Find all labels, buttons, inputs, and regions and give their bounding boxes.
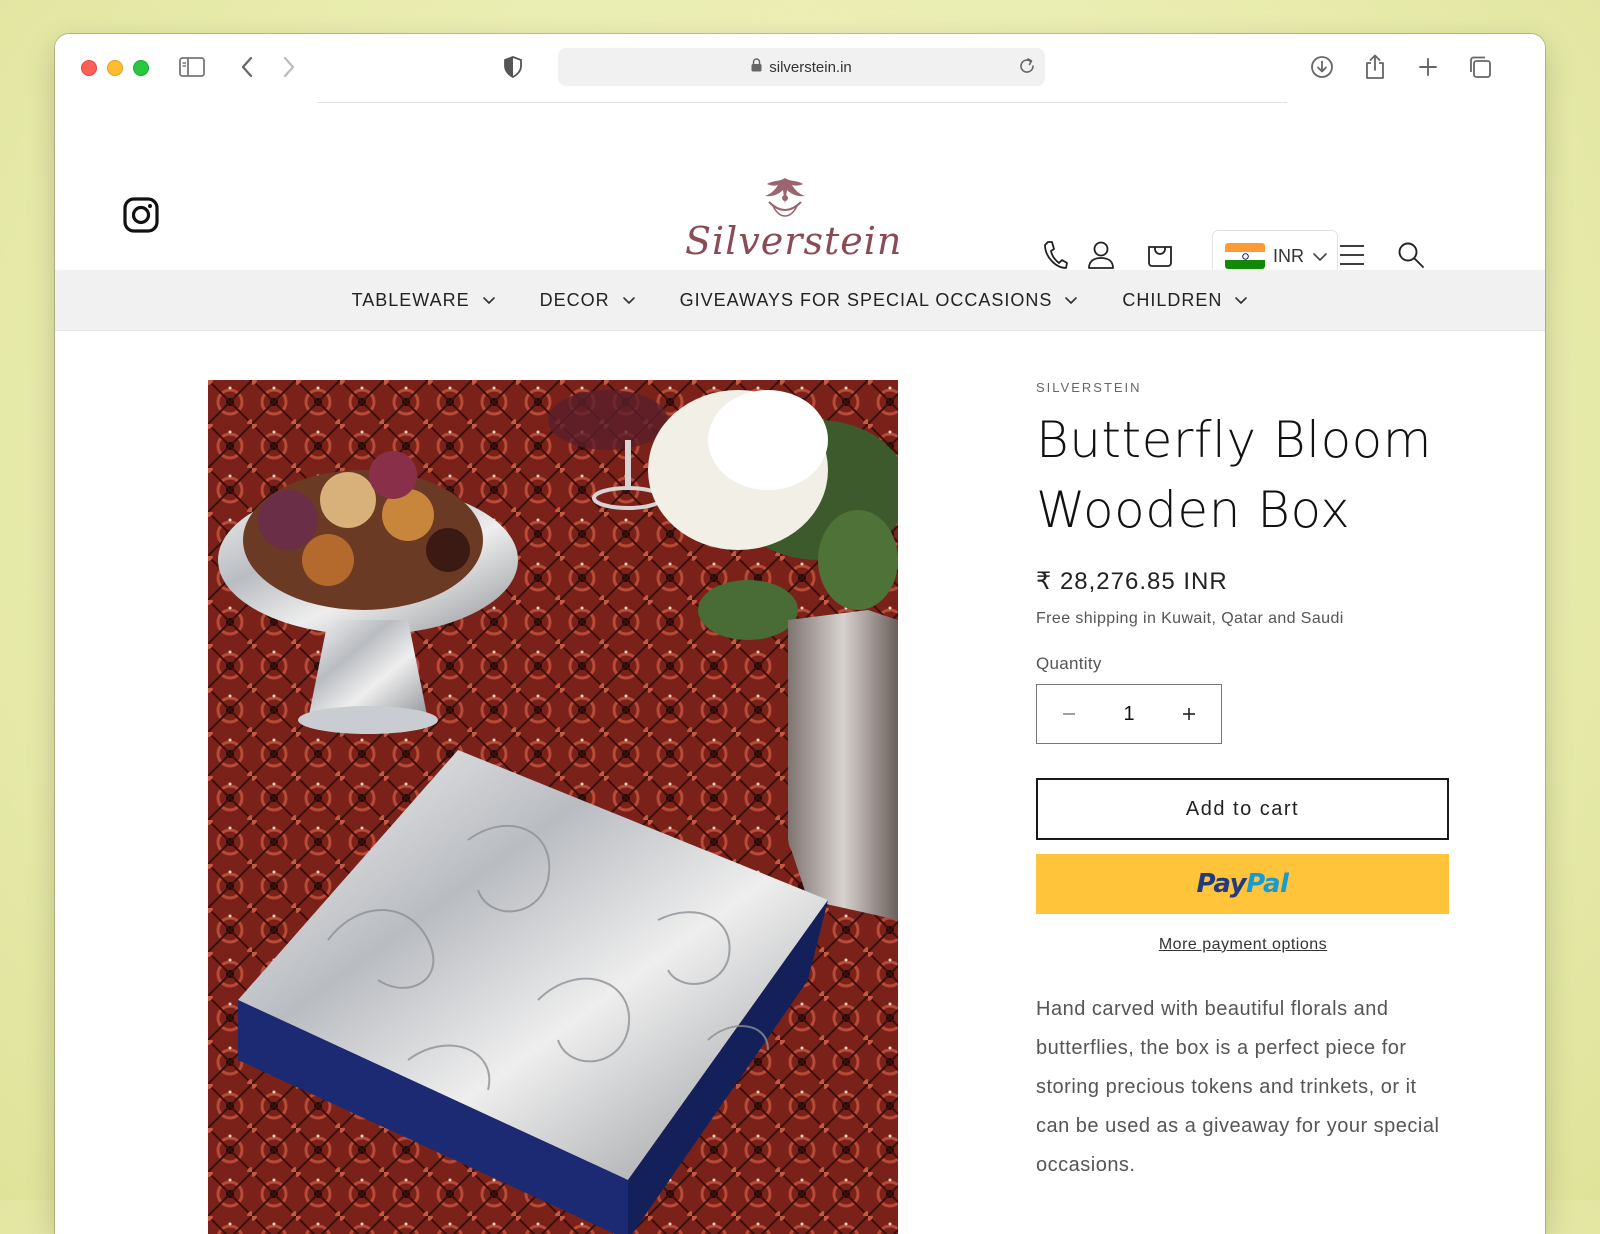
nav-label: CHILDREN (1122, 289, 1223, 310)
product-description: Hand carved with beautiful florals and b… (1036, 998, 1440, 1176)
menu-icon[interactable] (1335, 238, 1369, 272)
forward-icon[interactable] (274, 52, 304, 82)
logo-crest-icon (765, 178, 805, 217)
share-icon[interactable] (1360, 52, 1390, 82)
chevron-down-icon (1065, 296, 1078, 304)
nav-item-tableware[interactable]: TABLEWARE (352, 290, 496, 311)
browser-toolbar: silverstein.in (55, 34, 1545, 104)
nav-label: DECOR (539, 289, 610, 310)
lock-icon (751, 58, 762, 76)
new-tab-icon[interactable] (1413, 52, 1443, 82)
logo-wordmark: Silverstein (685, 219, 903, 263)
quantity-stepper: 1 (1036, 684, 1222, 744)
nav-item-giveaways[interactable]: GIVEAWAYS FOR SPECIAL OCCASIONS (680, 290, 1079, 311)
instagram-icon[interactable] (123, 197, 159, 238)
toolbar-divider (317, 102, 1287, 103)
close-window-button[interactable] (81, 60, 97, 76)
sidebar-icon[interactable] (177, 52, 207, 82)
add-to-cart-button[interactable]: Add to cart (1036, 778, 1449, 840)
minus-icon (1063, 713, 1075, 715)
currency-label: INR (1273, 245, 1304, 266)
nav-item-children[interactable]: CHILDREN (1122, 290, 1248, 311)
more-payment-options-link[interactable]: More payment options (1036, 936, 1450, 954)
reload-icon[interactable] (1017, 56, 1037, 80)
india-flag-icon (1225, 243, 1265, 269)
nav-label: TABLEWARE (351, 289, 470, 310)
product-title-line2: Wooden Box (1036, 481, 1351, 539)
minimize-window-button[interactable] (107, 60, 123, 76)
back-icon[interactable] (232, 52, 262, 82)
product-vendor: SILVERSTEIN (1036, 380, 1142, 395)
browser-window: silverstein.in Silverstein INR TABLEWARE… (55, 34, 1545, 1234)
product-title: Butterfly Bloom Wooden Box (1036, 405, 1450, 545)
decrease-quantity-button[interactable] (1057, 702, 1081, 726)
address-bar[interactable]: silverstein.in (558, 48, 1045, 86)
paypal-logo-pay: Pay (1196, 869, 1247, 899)
plus-icon (1183, 708, 1195, 720)
chevron-down-icon (482, 296, 495, 304)
increase-quantity-button[interactable] (1177, 702, 1201, 726)
main-nav: TABLEWARE DECOR GIVEAWAYS FOR SPECIAL OC… (55, 270, 1545, 331)
account-icon[interactable] (1084, 238, 1118, 272)
chevron-down-icon (1312, 246, 1328, 267)
product-title-line1: Butterfly Bloom (1036, 411, 1432, 469)
paypal-logo: PayPal (1197, 869, 1289, 899)
chevron-down-icon (1235, 296, 1248, 304)
chevron-down-icon (622, 296, 635, 304)
url-text: silverstein.in (769, 58, 852, 76)
nav-label: GIVEAWAYS FOR SPECIAL OCCASIONS (679, 289, 1053, 310)
product-price: ₹ 28,276.85 INR (1036, 568, 1228, 595)
paypal-button[interactable]: PayPal (1036, 854, 1449, 914)
paypal-logo-pal: Pal (1246, 869, 1289, 899)
download-icon[interactable] (1307, 52, 1337, 82)
search-icon[interactable] (1394, 238, 1428, 272)
zoom-window-button[interactable] (133, 60, 149, 76)
phone-icon[interactable] (1038, 238, 1072, 272)
site-logo[interactable]: Silverstein (685, 174, 903, 263)
nav-item-decor[interactable]: DECOR (540, 290, 636, 311)
quantity-label: Quantity (1036, 654, 1102, 673)
shipping-note: Free shipping in Kuwait, Qatar and Saudi (1036, 610, 1344, 627)
cart-icon[interactable] (1143, 238, 1177, 272)
privacy-shield-icon[interactable] (498, 52, 528, 82)
product-image[interactable] (208, 380, 898, 1234)
tabs-overview-icon[interactable] (1465, 52, 1495, 82)
quantity-input[interactable]: 1 (1123, 703, 1134, 726)
product-info: SILVERSTEIN Butterfly Bloom Wooden Box ₹… (1036, 380, 1450, 1185)
